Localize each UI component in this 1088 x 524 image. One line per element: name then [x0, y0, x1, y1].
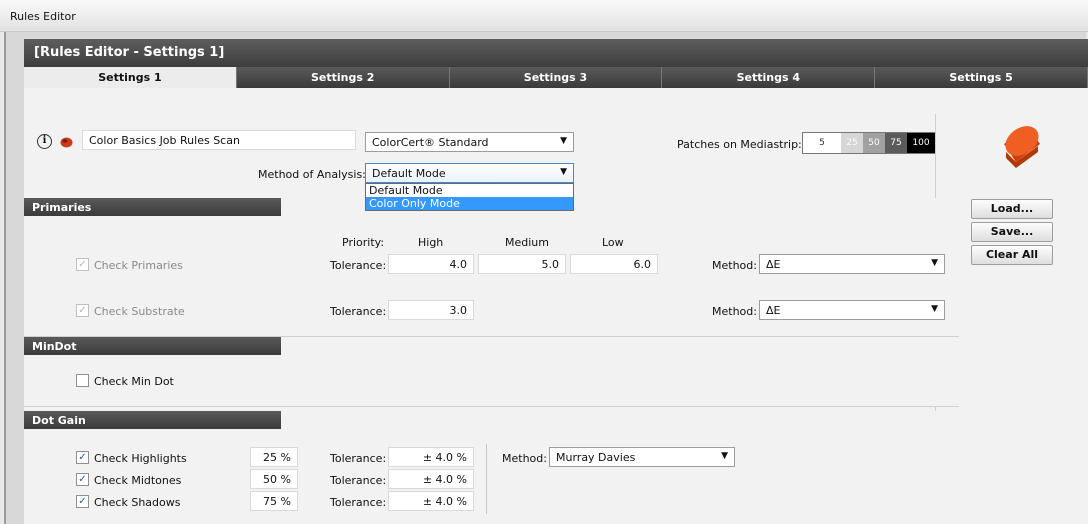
priority-low: Low [602, 236, 624, 249]
dot-gain-method-label: Method: [502, 452, 547, 465]
patches-label: Patches on Mediastrip: [677, 138, 802, 151]
chevron-down-icon: ▼ [721, 451, 728, 461]
dot-gain-method-select[interactable]: Murray Davies ▼ [549, 447, 735, 467]
mindot-header: MinDot [24, 337, 281, 355]
check-min-dot-checkbox[interactable] [76, 374, 89, 387]
load-button[interactable]: Load... [971, 199, 1053, 219]
check-primaries-label: Check Primaries [94, 259, 183, 272]
check-min-dot-label: Check Min Dot [94, 375, 174, 388]
tolerance-low-field[interactable]: 6.0 [570, 254, 658, 274]
tab-settings-2[interactable]: Settings 2 [236, 67, 450, 88]
method-option-default[interactable]: Default Mode [366, 184, 573, 197]
substrate-method-label: Method: [712, 305, 757, 318]
midtones-percent-field[interactable]: 50 % [250, 469, 298, 489]
patch-75: 75 [885, 133, 907, 153]
job-name-field[interactable]: Color Basics Job Rules Scan [82, 130, 356, 150]
window-titlebar: Rules Editor [0, 0, 1088, 32]
check-midtones-checkbox[interactable]: ✓ [76, 473, 89, 486]
tab-settings-5[interactable]: Settings 5 [875, 67, 1088, 88]
dot-gain-divider [486, 444, 487, 514]
method-of-analysis-label: Method of Analysis: [258, 168, 366, 181]
color-puck-icon [998, 122, 1044, 168]
chevron-down-icon: ▼ [931, 304, 938, 314]
check-highlights-checkbox[interactable]: ✓ [76, 451, 89, 464]
tab-settings-4[interactable]: Settings 4 [662, 67, 876, 88]
primaries-method-select[interactable]: ΔE ▼ [759, 254, 945, 274]
standard-select[interactable]: ColorCert® Standard ▼ [365, 132, 574, 152]
method-of-analysis-value: Default Mode [372, 167, 446, 180]
dot-gain-header: Dot Gain [24, 411, 281, 429]
primaries-method-value: ΔE [766, 258, 781, 271]
save-button[interactable]: Save... [971, 222, 1053, 242]
highlights-tolerance-field[interactable]: ± 4.0 % [388, 447, 474, 467]
priority-high: High [418, 236, 444, 249]
info-icon[interactable]: i [37, 134, 52, 149]
check-shadows-label: Check Shadows [94, 496, 181, 509]
clear-all-button[interactable]: Clear All [971, 245, 1053, 265]
tolerance-label: Tolerance: [330, 259, 387, 272]
highlights-tolerance-label: Tolerance: [330, 452, 387, 465]
check-substrate-checkbox[interactable]: ✓ [76, 304, 89, 317]
check-substrate-label: Check Substrate [94, 305, 185, 318]
standard-select-value: ColorCert® Standard [372, 136, 489, 149]
priority-medium: Medium [505, 236, 549, 249]
check-primaries-checkbox[interactable]: ✓ [76, 258, 89, 271]
mediastrip-patches: 5 25 50 75 100 [802, 132, 936, 154]
settings-tabs: Settings 1 Settings 2 Settings 3 Setting… [24, 67, 1088, 88]
patch-100: 100 [907, 133, 935, 153]
method-option-color-only[interactable]: Color Only Mode [366, 197, 573, 210]
shadows-percent-field[interactable]: 75 % [250, 491, 298, 511]
shadows-tolerance-field[interactable]: ± 4.0 % [388, 491, 474, 511]
tab-settings-1[interactable]: Settings 1 [24, 67, 237, 88]
shadows-tolerance-label: Tolerance: [330, 496, 387, 509]
substrate-tolerance-field[interactable]: 3.0 [388, 300, 474, 320]
priority-label: Priority: [342, 236, 385, 249]
chevron-down-icon: ▼ [931, 258, 938, 268]
highlights-percent-field[interactable]: 25 % [250, 447, 298, 467]
primaries-header: Primaries [24, 198, 281, 216]
patch-50: 50 [863, 133, 885, 153]
method-options-list: Default Mode Color Only Mode [365, 183, 574, 211]
tolerance-medium-field[interactable]: 5.0 [478, 254, 566, 274]
midtones-tolerance-label: Tolerance: [330, 474, 387, 487]
check-midtones-label: Check Midtones [94, 474, 182, 487]
substrate-method-value: ΔE [766, 304, 781, 317]
substrate-method-select[interactable]: ΔE ▼ [759, 300, 945, 320]
substrate-tolerance-label: Tolerance: [330, 305, 387, 318]
patch-5: 5 [803, 133, 841, 153]
patch-25: 25 [841, 133, 863, 153]
editor-header: [Rules Editor - Settings 1] [24, 39, 1088, 67]
method-of-analysis-select[interactable]: Default Mode ▼ [365, 163, 574, 183]
window-title: Rules Editor [10, 10, 76, 23]
chevron-down-icon: ▼ [560, 167, 567, 177]
dot-gain-method-value: Murray Davies [556, 451, 636, 464]
tolerance-high-field[interactable]: 4.0 [388, 254, 474, 274]
midtones-tolerance-field[interactable]: ± 4.0 % [388, 469, 474, 489]
job-color-icon [60, 136, 73, 148]
mindot-section: MinDot [24, 337, 959, 407]
tab-settings-3[interactable]: Settings 3 [449, 67, 663, 88]
rules-editor-window: Rules Editor [Rules Editor - Settings 1]… [0, 0, 1088, 524]
check-highlights-label: Check Highlights [94, 452, 187, 465]
chevron-down-icon: ▼ [560, 136, 567, 146]
check-shadows-checkbox[interactable]: ✓ [76, 495, 89, 508]
primaries-method-label: Method: [712, 259, 757, 272]
